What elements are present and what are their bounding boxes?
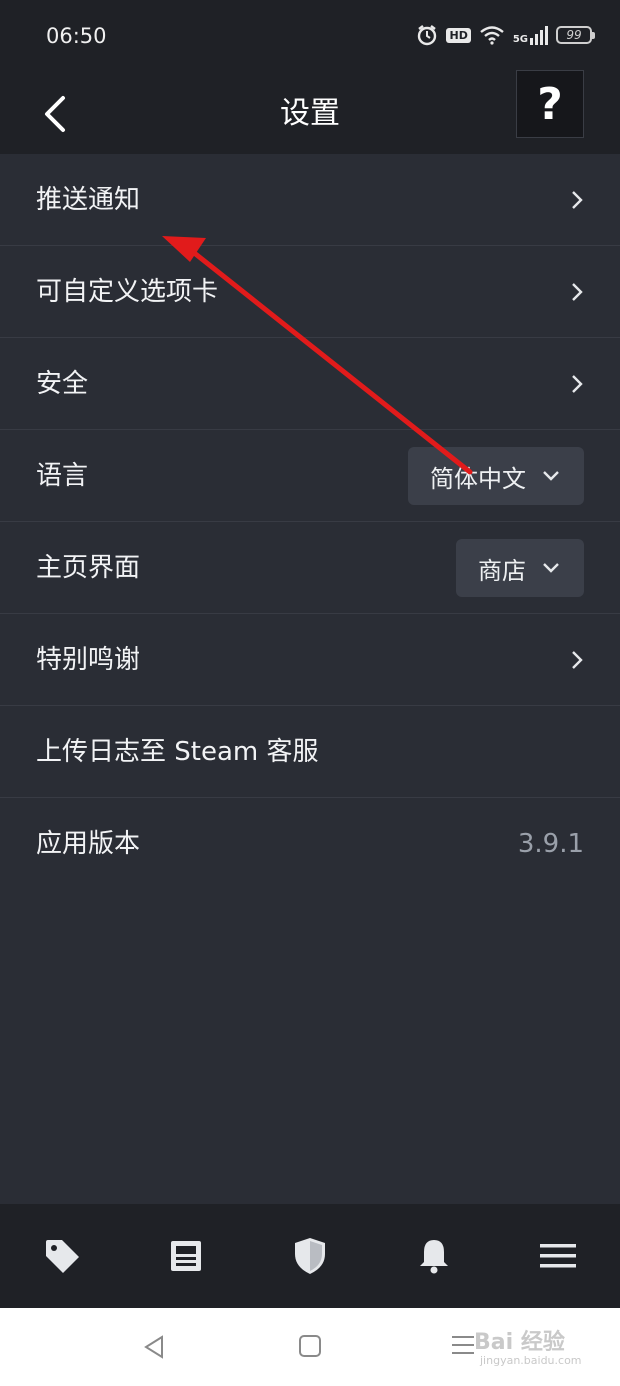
tab-news[interactable] — [146, 1216, 226, 1296]
alarm-icon — [418, 25, 437, 46]
home-screen-select[interactable]: 商店 — [456, 539, 584, 597]
signal-icon: 5G — [513, 25, 548, 45]
help-button[interactable]: ? — [516, 70, 584, 138]
setting-language: 语言 简体中文 — [0, 430, 620, 522]
setting-label: 安全 — [36, 369, 89, 399]
language-select[interactable]: 简体中文 — [408, 447, 584, 505]
shield-icon — [295, 1238, 325, 1274]
setting-label: 语言 — [36, 461, 89, 491]
tag-icon — [46, 1240, 79, 1273]
nav-recent-icon[interactable] — [452, 1334, 476, 1356]
chevron-right-icon — [572, 191, 583, 209]
chevron-down-icon — [543, 471, 559, 481]
home-screen-selected-value: 商店 — [478, 556, 526, 585]
setting-label: 主页界面 — [36, 553, 141, 583]
setting-label: 推送通知 — [36, 185, 141, 215]
setting-home-screen: 主页界面 商店 — [0, 522, 620, 614]
nav-home-icon[interactable] — [298, 1334, 322, 1358]
setting-app-version: 应用版本 3.9.1 — [0, 798, 620, 890]
chevron-right-icon — [572, 375, 583, 393]
watermark-url: jingyan.baidu.com — [480, 1354, 582, 1367]
news-icon — [171, 1241, 201, 1271]
tab-notifications[interactable] — [394, 1216, 474, 1296]
setting-upload-logs[interactable]: 上传日志至 Steam 客服 — [0, 706, 620, 798]
network-type: 5G — [512, 34, 528, 45]
setting-label: 上传日志至 Steam 客服 — [36, 737, 319, 767]
chevron-down-icon — [543, 563, 559, 573]
battery-icon: 99 — [556, 26, 595, 44]
bottom-tab-bar — [0, 1204, 620, 1308]
setting-special-thanks[interactable]: 特别鸣谢 — [0, 614, 620, 706]
hd-badge: HD — [446, 27, 471, 43]
menu-icon — [540, 1244, 576, 1268]
watermark: Bai 经验 — [474, 1330, 565, 1355]
app-header: 设置 ? — [0, 70, 620, 154]
app-version-value: 3.9.1 — [517, 829, 584, 859]
setting-label: 特别鸣谢 — [36, 645, 141, 675]
settings-list: 推送通知 可自定义选项卡 安全 语言 简体中文 主页界面 商店 特别鸣谢 上传日… — [0, 154, 620, 890]
wifi-icon — [480, 26, 504, 45]
status-time: 06:50 — [46, 24, 107, 48]
setting-customizable-tabs[interactable]: 可自定义选项卡 — [0, 246, 620, 338]
setting-push-notifications[interactable]: 推送通知 — [0, 154, 620, 246]
bell-icon — [420, 1240, 448, 1274]
status-bar: 06:50 HD 5G 99 — [0, 0, 620, 74]
system-nav-bar: Bai 经验 jingyan.baidu.com — [0, 1308, 620, 1386]
setting-label: 可自定义选项卡 — [36, 277, 219, 307]
chevron-right-icon — [572, 283, 583, 301]
language-selected-value: 简体中文 — [430, 464, 526, 493]
setting-security[interactable]: 安全 — [0, 338, 620, 430]
tab-guard[interactable] — [270, 1216, 350, 1296]
tab-store[interactable] — [22, 1216, 102, 1296]
tab-menu[interactable] — [518, 1216, 598, 1296]
chevron-right-icon — [572, 651, 583, 669]
setting-label: 应用版本 — [36, 829, 141, 859]
battery-level: 99 — [566, 28, 582, 42]
status-icons: HD 5G 99 — [416, 24, 595, 46]
nav-back-icon[interactable] — [142, 1334, 166, 1360]
